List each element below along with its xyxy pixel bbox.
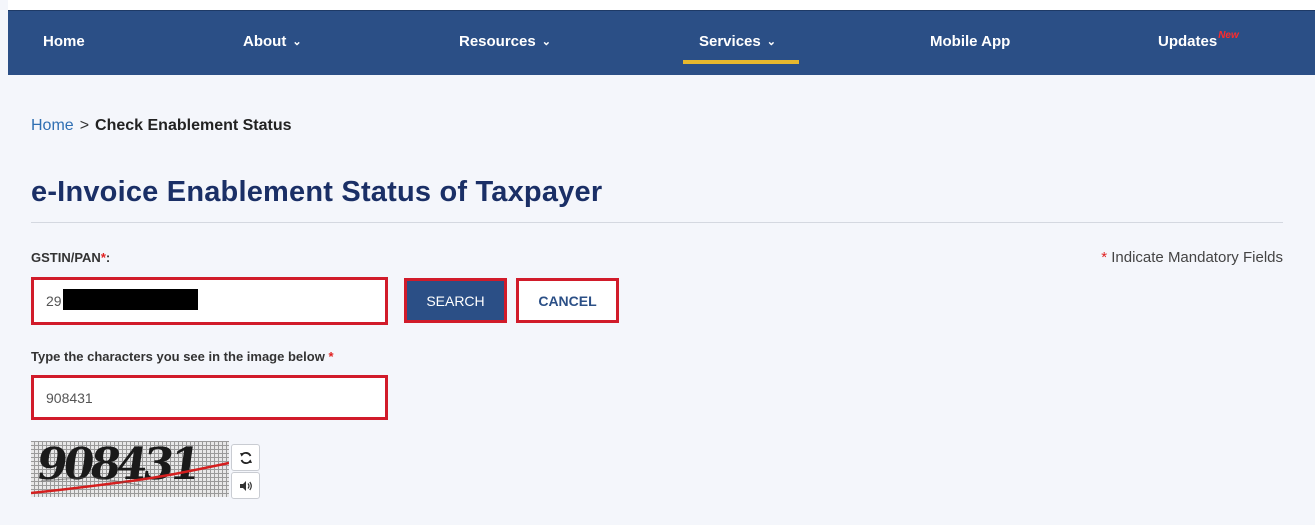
breadcrumb-separator: > xyxy=(79,117,90,134)
nav-updates[interactable]: UpdatesNew xyxy=(1158,11,1239,75)
nav-active-indicator xyxy=(683,60,799,64)
nav-home-label: Home xyxy=(43,33,85,50)
nav-resources[interactable]: Resources ⌄ xyxy=(459,11,551,75)
search-button[interactable]: SEARCH xyxy=(404,278,507,323)
title-divider xyxy=(31,222,1283,223)
gstin-label-text: GSTIN/PAN xyxy=(31,250,101,265)
chevron-down-icon: ⌄ xyxy=(541,36,551,48)
redaction-box xyxy=(63,289,198,310)
audio-icon xyxy=(239,480,252,491)
nav-about[interactable]: About ⌄ xyxy=(243,11,302,75)
captcha-image: 908431 xyxy=(31,441,229,497)
refresh-icon xyxy=(239,451,252,464)
nav-home[interactable]: Home xyxy=(43,11,85,75)
breadcrumb: Home > Check Enablement Status xyxy=(31,117,292,135)
nav-services[interactable]: Services ⌄ xyxy=(699,11,776,75)
captcha-noise-line xyxy=(31,461,229,495)
captcha-audio-button[interactable] xyxy=(231,472,260,499)
breadcrumb-home-link[interactable]: Home xyxy=(31,117,74,134)
chevron-down-icon: ⌄ xyxy=(292,36,302,48)
captcha-input[interactable] xyxy=(31,375,388,420)
cancel-button[interactable]: CANCEL xyxy=(516,278,619,323)
new-badge: New xyxy=(1218,30,1239,41)
required-star: * xyxy=(1101,249,1108,266)
required-star: * xyxy=(328,349,334,364)
page-title: e-Invoice Enablement Status of Taxpayer xyxy=(31,176,603,208)
gstin-label-suffix: : xyxy=(105,250,111,265)
nav-about-label: About xyxy=(243,33,287,50)
captcha-refresh-button[interactable] xyxy=(231,444,260,471)
mandatory-note-text: Indicate Mandatory Fields xyxy=(1111,249,1283,266)
captcha-label: Type the characters you see in the image… xyxy=(31,349,334,364)
breadcrumb-current: Check Enablement Status xyxy=(95,117,292,134)
nav-services-label: Services xyxy=(699,33,761,50)
top-strip xyxy=(8,0,1315,10)
mandatory-note: * Indicate Mandatory Fields xyxy=(1101,249,1283,266)
nav-resources-label: Resources xyxy=(459,33,536,50)
main-nav: Home About ⌄ Resources ⌄ Services ⌄ Mobile … xyxy=(8,10,1315,75)
gstin-label: GSTIN/PAN*: xyxy=(31,250,110,265)
nav-mobile-app-label: Mobile App xyxy=(930,33,1011,50)
captcha-label-text: Type the characters you see in the image… xyxy=(31,349,325,364)
nav-mobile-app[interactable]: Mobile App xyxy=(930,11,1010,75)
nav-updates-label: Updates xyxy=(1158,33,1218,50)
